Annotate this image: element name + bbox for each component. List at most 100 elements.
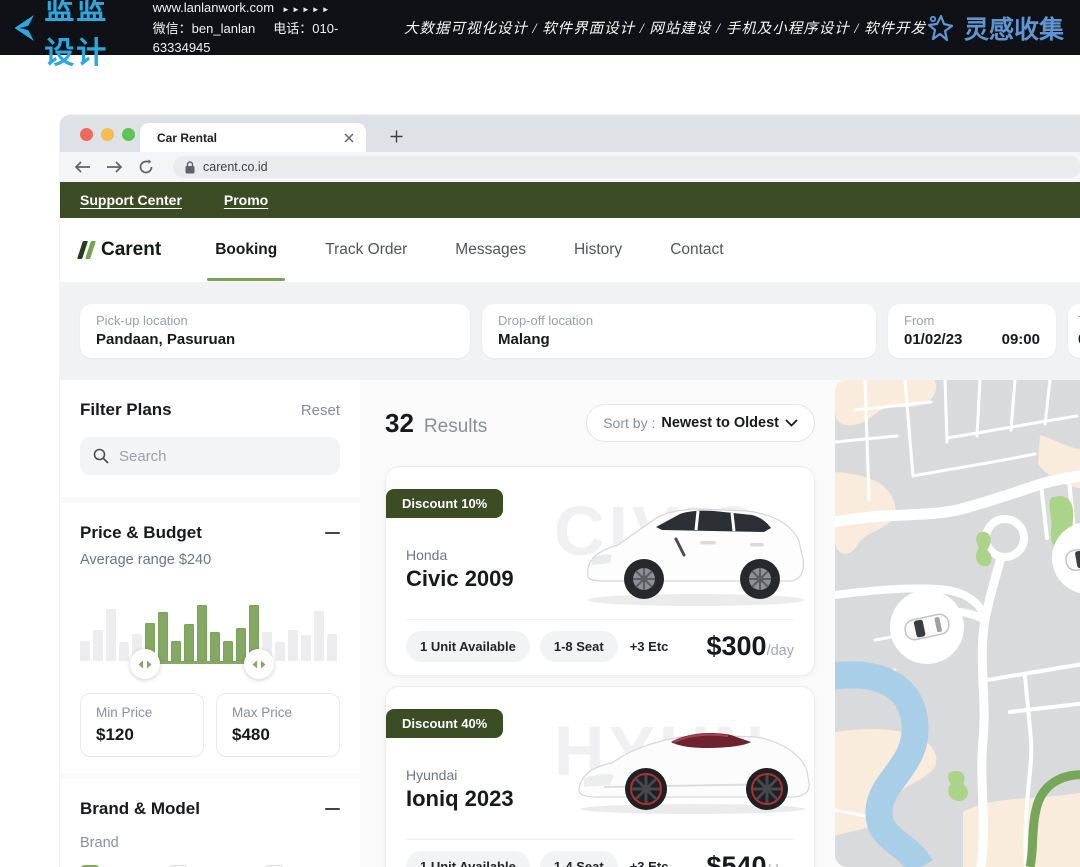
agency-logo: 蓝蓝设计 [0,0,137,72]
promo-link[interactable]: Promo [224,192,268,208]
browser-tab[interactable]: Car Rental [140,123,366,152]
nav-tab-history[interactable]: History [572,219,624,281]
agency-website[interactable]: www.lanlanwork.com [153,0,274,15]
nav-tab-track-order[interactable]: Track Order [323,219,409,281]
max-price-label: Max Price [232,705,324,720]
forward-button[interactable] [106,160,123,174]
nav-tab-booking[interactable]: Booking [213,219,279,281]
histogram-bar [80,641,90,661]
histogram-bar [314,611,324,661]
url-text: carent.co.id [203,160,268,174]
main-nav: Carent Booking Track Order Messages Hist… [60,218,1080,282]
histogram-bar [106,609,116,661]
close-window-button[interactable] [80,128,93,141]
unit-available-badge: 1 Unit Available [406,631,530,662]
back-button[interactable] [74,160,91,174]
histogram-bar [223,641,233,661]
agency-wechat: 微信：ben_lanlan [153,21,256,36]
car-card-civic[interactable]: CIVIC Discount 10% Honda Civic 2009 [385,466,815,676]
arrows-decoration: ►►►►► [282,5,332,14]
results-count: 32 [385,408,414,439]
max-price-slider-handle[interactable] [244,649,274,679]
price-per-day: /day [767,863,794,867]
max-price-input[interactable]: Max Price $480 [216,693,340,757]
maximize-window-button[interactable] [122,128,135,141]
dropoff-location-field[interactable]: Drop-off location Malang [482,304,876,358]
brand-group-label: Brand [80,835,340,851]
histogram-bar [171,641,181,661]
discount-badge: Discount 40% [386,709,503,738]
sort-dropdown[interactable]: Sort by : Newest to Oldest [586,404,815,442]
price-budget-section: Price & Budget Average range $240 [60,503,360,773]
reset-filters-button[interactable]: Reset [301,402,340,419]
filter-panel: Filter Plans Reset Search [60,380,360,497]
nav-tab-contact[interactable]: Contact [668,219,725,281]
histogram-bar [210,632,220,661]
price-range-track [145,661,259,664]
discount-badge: Discount 10% [386,489,503,518]
filter-search-input[interactable]: Search [80,437,340,475]
min-price-input[interactable]: Min Price $120 [80,693,204,757]
filter-search-placeholder: Search [119,448,167,465]
tab-title: Car Rental [157,131,344,145]
tab-close-icon[interactable] [344,133,354,143]
car-brand: Hyundai [406,767,457,783]
carent-logo[interactable]: Carent [80,239,161,261]
brand-model-section: Brand & Model Brand BMW Honda [60,779,360,867]
etc-badge: +3 Etc [630,639,669,654]
promo-banner: 蓝蓝设计 www.lanlanwork.com►►►►► 微信：ben_lanl… [0,0,1080,55]
carent-logo-text: Carent [101,239,161,261]
histogram-bar [288,630,298,661]
histogram-bar [93,630,103,661]
car-card-ioniq[interactable]: HYUN Discount 40% Hyundai Ioniq 2023 [385,686,815,867]
from-datetime-field[interactable]: From 01/02/23 09:00 [888,304,1056,358]
histogram-bar [119,642,129,661]
histogram-bar [301,635,311,661]
seat-badge: 1-8 Seat [540,631,618,662]
support-center-link[interactable]: Support Center [80,192,182,208]
histogram-bar [158,612,168,661]
browser-tabstrip: Car Rental [60,115,1080,152]
histogram-bar [236,628,246,661]
brand-model-title: Brand & Model [80,799,200,819]
reload-button[interactable] [138,159,154,175]
from-label: From [904,313,1040,328]
seat-badge: 1-4 Seat [540,851,618,867]
price-budget-title: Price & Budget [80,523,202,543]
histogram-bar [184,624,194,661]
car-marker[interactable] [890,590,964,664]
spark-star-icon [926,13,956,43]
min-price-slider-handle[interactable] [130,649,160,679]
results-count-label: Results [424,416,487,438]
collapse-icon[interactable] [325,808,340,811]
pickup-location-field[interactable]: Pick-up location Pandaan, Pasuruan [80,304,470,358]
etc-badge: +3 Etc [630,859,669,867]
price-tag: $540 /day [707,851,795,867]
map-panel[interactable] [835,380,1080,867]
collapse-icon[interactable] [325,532,340,535]
url-bar[interactable]: carent.co.id [173,156,1080,178]
histogram-bar [275,642,285,661]
minimize-window-button[interactable] [101,128,114,141]
price-per-day: /day [767,643,794,659]
carent-logo-icon [80,241,93,259]
plus-icon [390,130,403,143]
dropoff-location-value: Malang [498,331,860,348]
price-amount: $540 [707,851,767,867]
to-datetime-field[interactable]: To 0 [1068,304,1080,358]
slider-arrows-icon [138,660,152,669]
histogram-bar [327,634,337,661]
filter-title: Filter Plans [80,400,172,420]
agency-logo-text: 蓝蓝设计 [44,0,136,72]
map-graphic [835,380,1080,867]
card-divider [406,619,794,620]
nav-tab-messages[interactable]: Messages [453,219,528,281]
new-tab-button[interactable] [382,122,410,150]
results-panel: 32 Results Sort by : Newest to Oldest CI… [385,380,815,439]
chevron-down-icon [785,419,798,427]
dropoff-location-label: Drop-off location [498,313,860,328]
content-area: Filter Plans Reset Search Price & Budget… [60,380,1080,867]
agency-services: 大数据可视化设计 / 软件界面设计 / 网站建设 / 手机及小程序设计 / 软件… [404,17,926,38]
from-date-value: 01/02/23 [904,331,962,348]
collect-link[interactable]: 灵感收集 [926,10,1080,46]
